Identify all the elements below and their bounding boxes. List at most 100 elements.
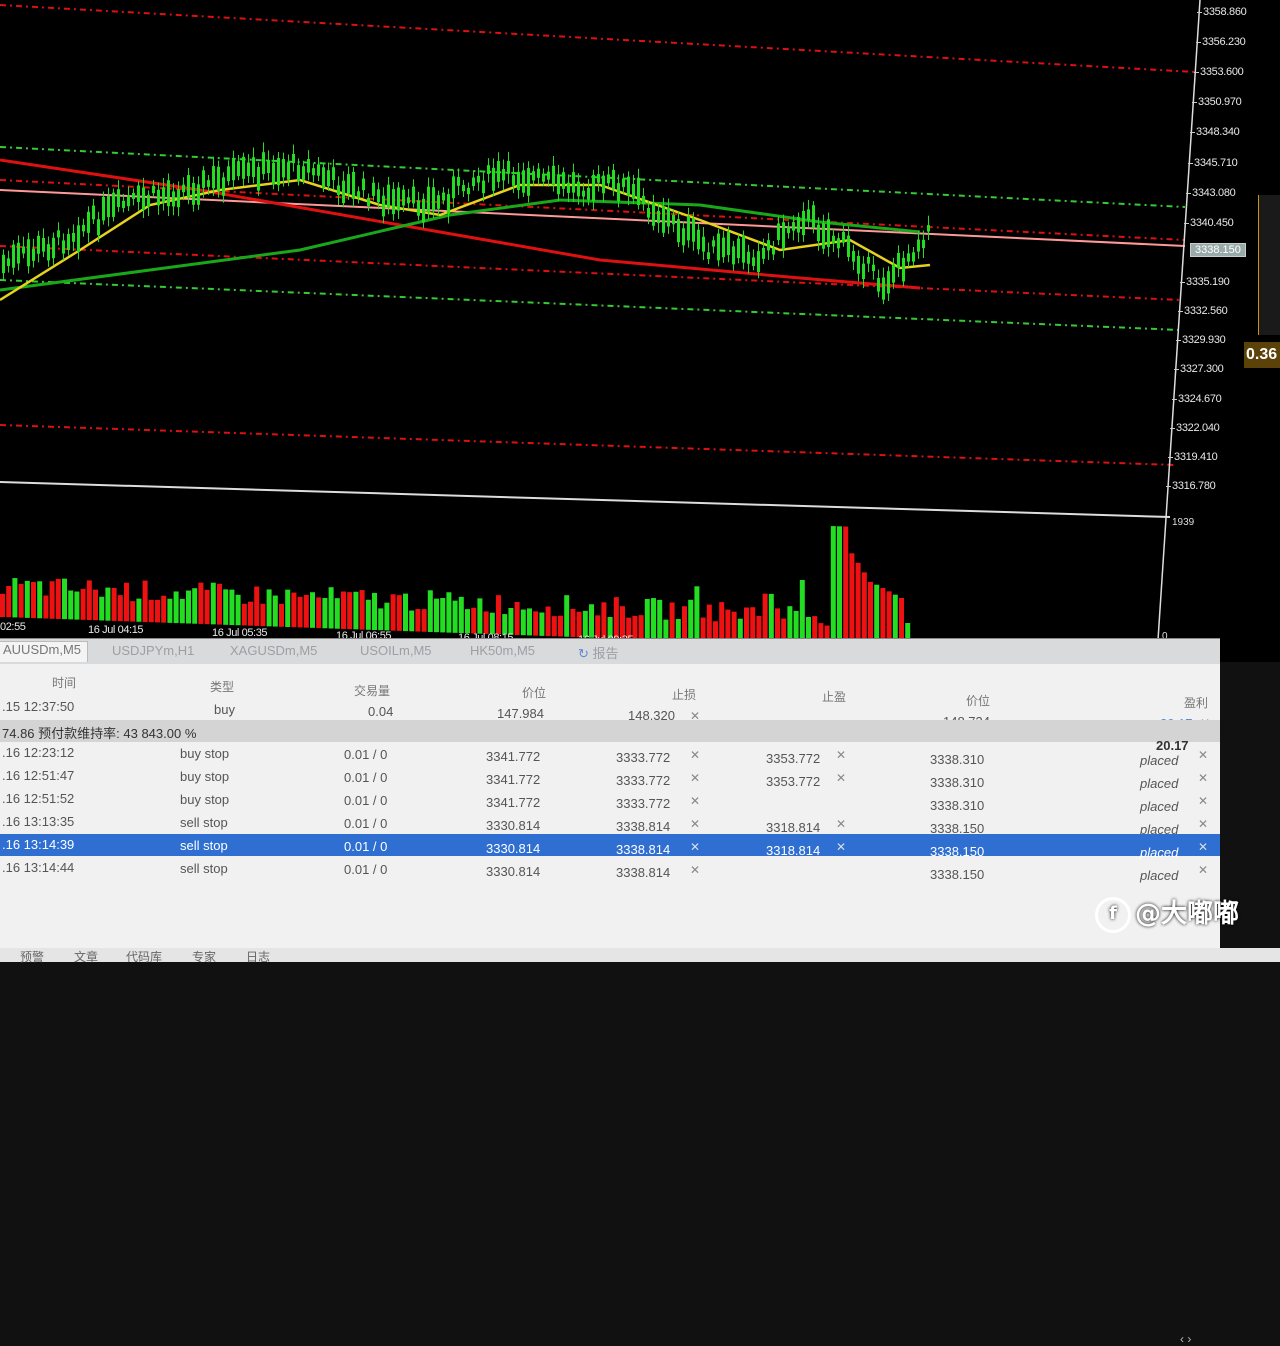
header-type[interactable]: 类型: [210, 678, 234, 695]
order-cancel-icon[interactable]: ✕: [1198, 817, 1208, 831]
tab-xagusdm-m5[interactable]: XAGUSDm,M5: [224, 643, 323, 663]
tab-articles[interactable]: 文章: [74, 948, 98, 965]
order-tp: 3318.814: [766, 843, 821, 858]
order-sl-clear-icon[interactable]: ✕: [690, 771, 700, 785]
volume-bar: [24, 580, 30, 618]
volume-bar: [316, 597, 322, 629]
order-tp-clear-icon[interactable]: ✕: [836, 748, 846, 762]
order-cancel-icon[interactable]: ✕: [1198, 794, 1208, 808]
price-axis-label: 3353.600: [1193, 66, 1244, 78]
tab-usdjpym-h1[interactable]: USDJPYm,H1: [106, 643, 200, 663]
volume-bar: [843, 526, 849, 647]
order-price: 3341.772: [486, 771, 541, 787]
side-panel-strip: [1258, 195, 1280, 335]
order-row[interactable]: .16 13:14:39 sell stop 0.01 / 0 3330.814 333…: [0, 834, 1220, 860]
order-cur-price: 3338.150: [930, 867, 985, 883]
volume-bar: [49, 581, 55, 619]
order-row[interactable]: .16 13:14:44 sell stop 0.01 / 0 3330.814 333…: [0, 857, 1220, 883]
tab-report[interactable]: ↻ 报告: [572, 643, 625, 663]
order-tp-clear-icon[interactable]: ✕: [836, 771, 846, 785]
order-cancel-icon[interactable]: ✕: [1198, 863, 1208, 877]
order-type: sell stop: [180, 861, 228, 877]
volume-bar: [837, 526, 842, 647]
volume-bar: [328, 587, 334, 629]
order-sl-clear-icon[interactable]: ✕: [690, 794, 700, 808]
volume-bar: [409, 610, 415, 632]
order-row[interactable]: .16 12:51:52 buy stop 0.01 / 0 3341.772 3333…: [0, 788, 1220, 814]
header-time[interactable]: 时间: [52, 674, 76, 691]
tab-journal[interactable]: 日志: [246, 948, 270, 965]
volume-bar: [613, 597, 619, 639]
order-volume: 0.01 / 0: [344, 816, 388, 832]
order-row[interactable]: .16 12:51:47 buy stop 0.01 / 0 3341.772 3333…: [0, 765, 1220, 791]
order-sl-clear-icon[interactable]: ✕: [690, 840, 700, 854]
volume-bar: [43, 595, 49, 619]
volume-bar: [291, 592, 297, 628]
volume-bar: [688, 599, 694, 642]
price-axis-label: 3316.780: [1165, 480, 1216, 492]
order-cancel-icon[interactable]: ✕: [1198, 748, 1208, 762]
order-sl-clear-icon[interactable]: ✕: [690, 817, 700, 831]
order-sl-clear-icon[interactable]: ✕: [690, 863, 700, 877]
volume-bar: [632, 615, 638, 640]
window-separator: [0, 481, 1171, 518]
tab-auusdm-m5[interactable]: AUUSDm,M5: [0, 641, 89, 662]
order-time: .16 13:14:44: [2, 860, 75, 875]
volume-bar: [272, 595, 278, 627]
tab-codebase[interactable]: 代码库: [126, 948, 162, 965]
volume-bar: [372, 592, 377, 631]
volume-bar: [762, 593, 768, 644]
order-time: .16 12:51:52: [2, 791, 75, 806]
volume-bar: [570, 608, 576, 637]
order-sl: 3333.772: [616, 795, 671, 811]
volume-bar: [80, 588, 86, 620]
position-row[interactable]: .15 12:37:50 buy 0.04 147.984 148.320 ✕ …: [0, 696, 1220, 731]
order-sl-clear-icon[interactable]: ✕: [690, 748, 700, 762]
price-axis-label: 3343.080: [1185, 187, 1236, 199]
order-cancel-icon[interactable]: ✕: [1198, 840, 1208, 854]
volume-bar: [378, 608, 384, 631]
tab-usoilm-m5[interactable]: USOILm,M5: [354, 643, 438, 663]
order-price: 3341.772: [486, 748, 541, 764]
channel-lower-line: [0, 279, 1181, 331]
volume-bar: [601, 602, 607, 639]
order-type: sell stop: [180, 815, 228, 831]
scroll-arrows-icon[interactable]: ‹ ›: [1180, 1332, 1191, 1346]
volume-bar: [37, 581, 43, 619]
volume-bar: [657, 599, 663, 641]
time-axis-label: 02:55: [0, 621, 26, 633]
volume-bar: [514, 601, 520, 636]
volume-bar: [192, 588, 198, 624]
order-cancel-icon[interactable]: ✕: [1198, 771, 1208, 785]
volume-bar: [396, 595, 402, 631]
tab-hk50m-m5[interactable]: HK50m,M5: [464, 643, 541, 663]
volume-bar: [669, 602, 675, 641]
order-tp-clear-icon[interactable]: ✕: [836, 840, 846, 854]
volume-bar: [179, 598, 185, 624]
lower-level-line: [0, 424, 1176, 466]
volume-bar: [18, 583, 24, 618]
volume-bar: [768, 593, 774, 644]
volume-bar: [86, 580, 92, 621]
order-type: sell stop: [180, 838, 228, 854]
volume-bar: [229, 589, 235, 626]
order-sl: 3333.772: [616, 749, 671, 765]
order-row[interactable]: .16 12:23:12 buy stop 0.01 / 0 3341.772 3333…: [0, 742, 1220, 768]
chart-canvas[interactable]: [0, 0, 1280, 662]
position-price: 147.984: [497, 706, 544, 721]
price-chart[interactable]: 3358.860 3356.230 3353.600 3350.970 3348.340…: [0, 0, 1280, 662]
price-axis-label: 3324.670: [1171, 393, 1222, 405]
volume-bar: [55, 578, 61, 619]
tab-experts[interactable]: 专家: [192, 948, 216, 965]
order-row[interactable]: .16 13:13:35 sell stop 0.01 / 0 3330.814 333…: [0, 811, 1220, 837]
price-axis-label: 3327.300: [1173, 363, 1224, 375]
order-tp-clear-icon[interactable]: ✕: [836, 817, 846, 831]
volume-bar: [353, 591, 359, 630]
balance-text: 74.86 预付款维持率: 43 843.00 %: [2, 726, 197, 741]
tab-alerts[interactable]: 预警: [20, 948, 44, 965]
volume-bar: [155, 599, 160, 623]
price-axis-label: 3322.040: [1169, 422, 1220, 434]
volume-bar: [186, 590, 191, 624]
side-panel-value: 0.36: [1244, 342, 1280, 368]
order-tp: 3318.814: [766, 820, 821, 835]
